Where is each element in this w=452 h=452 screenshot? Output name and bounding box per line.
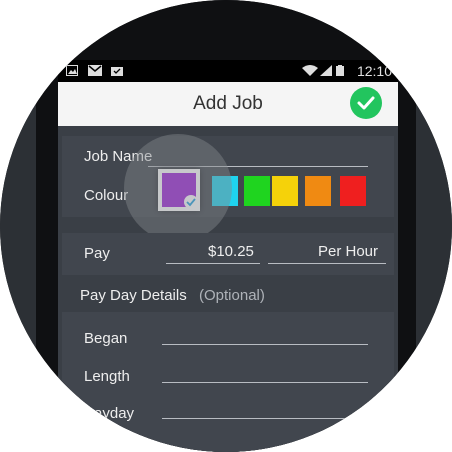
circular-frame: 12:10 Add Job Job Name Colour Pay $10.25… — [0, 0, 452, 452]
wifi-icon — [302, 65, 318, 76]
length-label: Length — [84, 368, 130, 385]
pay-label: Pay — [84, 245, 110, 262]
shopping-bag-icon — [111, 67, 123, 76]
colour-swatch-orange[interactable] — [305, 176, 331, 206]
began-input[interactable] — [162, 344, 368, 345]
pay-day-section-header: Pay Day Details (Optional) — [58, 279, 398, 313]
pay-day-header: Pay Day Details — [80, 287, 187, 304]
phone-screen: 12:10 Add Job Job Name Colour Pay $10.25… — [58, 60, 398, 452]
payday-label: Payday — [84, 405, 135, 422]
pay-input-underline — [166, 263, 260, 264]
pay-value[interactable]: $10.25 — [208, 243, 254, 260]
signal-icon — [320, 65, 332, 76]
pay-period-underline — [268, 263, 386, 264]
optional-label: (Optional) — [199, 287, 265, 304]
background-left — [0, 0, 36, 452]
image-icon — [66, 65, 78, 76]
pay-card: Pay $10.25 Per Hour — [62, 233, 394, 275]
gmail-icon — [88, 65, 102, 76]
began-label: Began — [84, 330, 128, 347]
status-time: 12:10 — [356, 63, 392, 79]
colour-swatch-green[interactable] — [244, 176, 270, 206]
app-header: Add Job — [58, 82, 398, 126]
status-bar: 12:10 — [58, 60, 398, 82]
payday-input[interactable] — [162, 418, 368, 419]
battery-icon — [336, 65, 344, 76]
colour-swatch-yellow[interactable] — [272, 176, 298, 206]
background-right — [416, 0, 452, 452]
length-input[interactable] — [162, 382, 368, 383]
colour-swatch-red[interactable] — [340, 176, 366, 206]
page-title: Add Job — [193, 93, 263, 114]
confirm-button[interactable] — [350, 87, 382, 119]
pay-day-details-card: Began Length Payday — [62, 312, 394, 452]
touch-ripple — [124, 134, 232, 242]
check-icon — [357, 96, 375, 110]
colour-label: Colour — [84, 187, 129, 204]
pay-period-select[interactable]: Per Hour — [318, 243, 378, 260]
